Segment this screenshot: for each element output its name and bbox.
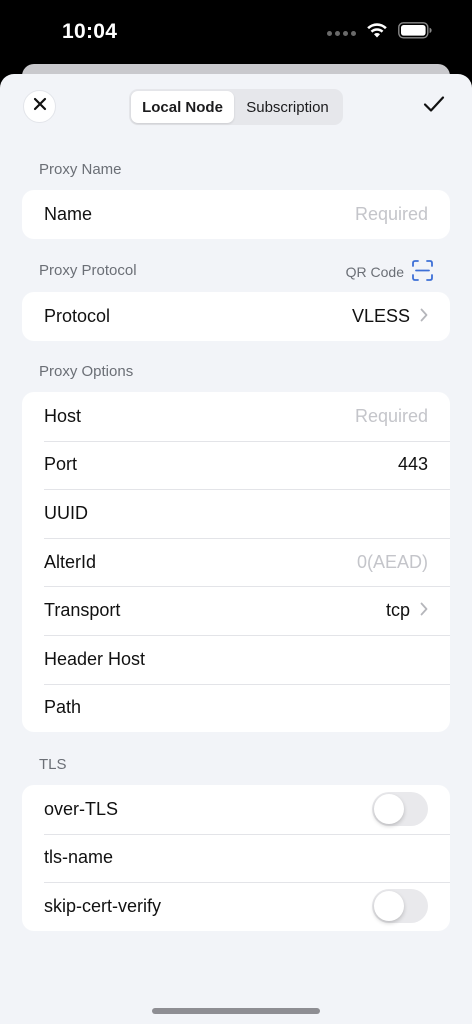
tls-name-row[interactable]: tls-name (22, 833, 450, 883)
path-label: Path (44, 697, 82, 718)
toggle-knob (374, 891, 404, 922)
chevron-right-icon (420, 306, 428, 327)
close-button[interactable] (23, 90, 56, 123)
host-row[interactable]: Host Required (22, 392, 450, 441)
over-tls-toggle[interactable] (372, 792, 428, 827)
over-tls-row: over-TLS (22, 785, 450, 834)
qr-code-button[interactable]: QR Code (346, 260, 433, 284)
confirm-button[interactable] (417, 90, 450, 123)
qr-code-label: QR Code (345, 264, 404, 280)
transport-value-text: tcp (385, 600, 410, 621)
header-host-row[interactable]: Header Host (22, 634, 450, 684)
name-label: Name (44, 203, 93, 224)
alterid-label: AlterId (44, 551, 97, 572)
host-input[interactable]: Required (355, 406, 428, 427)
proxy-protocol-card: Protocol VLESS (22, 292, 450, 341)
proxy-options-card: Host Required Port 443 UUID AlterId 0(AE… (22, 392, 450, 733)
tls-card: over-TLS tls-name skip-cert-verify (22, 785, 450, 931)
wifi-icon (366, 22, 388, 44)
uuid-row[interactable]: UUID (22, 489, 450, 538)
close-icon (33, 97, 47, 116)
port-label: Port (44, 454, 78, 475)
header-host-label: Header Host (44, 648, 146, 669)
over-tls-label: over-TLS (44, 798, 119, 819)
home-indicator (152, 1008, 320, 1014)
name-row[interactable]: Name Required (22, 190, 450, 239)
section-header-proxy-name: Proxy Name (39, 161, 122, 178)
alterid-row[interactable]: AlterId 0(AEAD) (22, 537, 450, 587)
skip-cert-verify-row: skip-cert-verify (22, 882, 450, 931)
status-time: 10:04 (62, 20, 118, 43)
status-bar: 10:04 (0, 0, 472, 66)
tab-local-node[interactable]: Local Node (131, 91, 234, 123)
uuid-label: UUID (44, 502, 88, 523)
section-header-tls: TLS (39, 756, 67, 773)
protocol-label: Protocol (44, 305, 111, 326)
skip-cert-verify-toggle[interactable] (372, 889, 428, 924)
protocol-row[interactable]: Protocol VLESS (22, 292, 450, 341)
port-input[interactable]: 443 (398, 454, 428, 475)
add-proxy-sheet: Local Node Subscription Proxy Name Name … (0, 74, 472, 1024)
name-input[interactable]: Required (355, 204, 428, 225)
toggle-knob (374, 794, 404, 825)
transport-label: Transport (44, 600, 121, 621)
status-icons (327, 22, 432, 44)
tab-subscription[interactable]: Subscription (234, 91, 341, 123)
section-header-proxy-options: Proxy Options (39, 363, 134, 380)
chevron-right-icon (420, 600, 428, 621)
transport-row[interactable]: Transport tcp (22, 586, 450, 635)
transport-value: tcp (386, 600, 428, 621)
skip-cert-verify-label: skip-cert-verify (44, 895, 162, 916)
path-row[interactable]: Path (22, 683, 450, 733)
host-label: Host (44, 405, 82, 426)
tls-name-label: tls-name (44, 847, 114, 868)
signal-dots-icon (327, 30, 356, 36)
battery-icon (398, 22, 432, 44)
mode-segmented-control: Local Node Subscription (129, 89, 343, 125)
port-row[interactable]: Port 443 (22, 440, 450, 490)
qr-scan-icon (412, 260, 433, 284)
alterid-input[interactable]: 0(AEAD) (357, 552, 428, 573)
proxy-name-card: Name Required (22, 190, 450, 239)
checkmark-icon (423, 95, 445, 118)
protocol-value: VLESS (352, 306, 428, 327)
protocol-value-text: VLESS (351, 305, 410, 326)
section-header-proxy-protocol: Proxy Protocol (39, 262, 137, 279)
